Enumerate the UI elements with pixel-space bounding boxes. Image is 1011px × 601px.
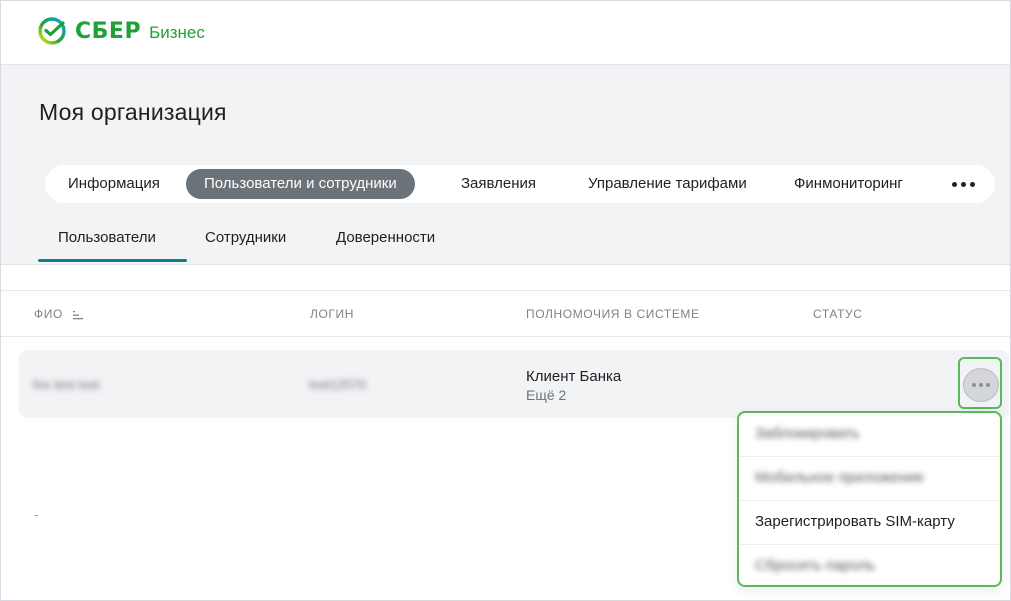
cell-fio: fos test tost: [33, 377, 100, 392]
logo-subtext: Бизнес: [149, 22, 205, 42]
table-row[interactable]: fos test tost tost12570 Клиент Банка Ещё…: [19, 350, 1009, 418]
sort-icon[interactable]: [72, 310, 84, 320]
menu-item-register-sim[interactable]: Зарегистрировать SIM-карту: [739, 501, 1000, 545]
subtab-employees[interactable]: Сотрудники: [205, 229, 286, 246]
decorative-mark: [35, 515, 38, 516]
page-header-section: Моя организация Информация Пользователи …: [1, 65, 1010, 265]
menu-item-block[interactable]: Заблокировать: [739, 413, 1000, 457]
menu-item-reset-password[interactable]: Сбросить пароль: [739, 545, 1000, 589]
top-header: СБЕР Бизнес: [1, 1, 1010, 65]
subtab-powers-of-attorney[interactable]: Доверенности: [336, 229, 435, 246]
cell-role-more[interactable]: Ещё 2: [526, 387, 566, 403]
app-window: СБЕР Бизнес Моя организация Информация П…: [0, 0, 1011, 601]
tab-information[interactable]: Информация: [54, 169, 174, 199]
tab-finmonitoring[interactable]: Финмониторинг: [780, 169, 917, 199]
subtab-users[interactable]: Пользователи: [58, 229, 156, 246]
divider: [1, 336, 1010, 337]
cell-login: tost12570: [309, 377, 367, 392]
column-header-permissions[interactable]: ПОЛНОМОЧИЯ В СИСТЕМЕ: [526, 307, 700, 321]
column-header-status[interactable]: СТАТУС: [813, 307, 863, 321]
logo-text: СБЕР: [75, 18, 142, 44]
more-horizontal-icon: [972, 383, 976, 387]
column-header-login[interactable]: ЛОГИН: [310, 307, 354, 321]
logo[interactable]: СБЕР Бизнес: [37, 16, 205, 46]
divider: [1, 290, 1010, 291]
row-actions-menu: Заблокировать Мобильное приложение Зарег…: [737, 411, 1002, 587]
menu-item-mobile-app[interactable]: Мобильное приложение: [739, 457, 1000, 501]
row-actions-button[interactable]: [963, 368, 999, 402]
menu-item-label: Зарегистрировать SIM-карту: [755, 513, 955, 530]
page-title: Моя организация: [39, 99, 227, 125]
menu-item-label: Заблокировать: [755, 425, 860, 442]
column-header-fio[interactable]: ФИО: [34, 307, 84, 321]
more-horizontal-icon[interactable]: [949, 170, 977, 198]
cell-role: Клиент Банка: [526, 368, 622, 385]
tab-users-and-employees[interactable]: Пользователи и сотрудники: [186, 169, 415, 199]
main-tabs: Информация Пользователи и сотрудники Зая…: [45, 165, 995, 203]
column-header-fio-label: ФИО: [34, 307, 63, 321]
tab-applications[interactable]: Заявления: [447, 169, 550, 199]
menu-item-label: Мобильное приложение: [755, 469, 924, 486]
active-subtab-indicator: [38, 259, 187, 262]
sber-logo-icon: [38, 17, 66, 45]
menu-item-label: Сбросить пароль: [755, 557, 876, 574]
tab-tariff-management[interactable]: Управление тарифами: [574, 169, 761, 199]
